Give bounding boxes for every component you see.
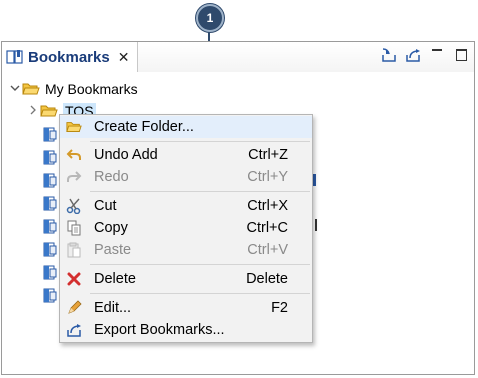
menu-item-shortcut: Delete [246, 271, 288, 287]
menu-item-copy[interactable]: Copy Ctrl+C [60, 217, 312, 239]
paste-icon [66, 242, 82, 258]
menu-separator [90, 141, 310, 142]
bookmark-icon[interactable] [43, 173, 57, 188]
truncated-text-fragment [313, 174, 316, 186]
close-icon[interactable]: ✕ [118, 49, 130, 66]
menu-item-label: Copy [94, 220, 128, 236]
menu-item-label: Create Folder... [94, 119, 194, 135]
menu-item-label: Undo Add [94, 147, 158, 163]
menu-item-undo-add[interactable]: Undo Add Ctrl+Z [60, 144, 312, 166]
tree-row-root[interactable]: My Bookmarks [8, 78, 138, 100]
menu-item-label: Paste [94, 242, 132, 258]
menu-item-paste[interactable]: Paste Ctrl+V [60, 239, 312, 261]
import-icon[interactable] [380, 46, 398, 64]
menu-item-label: Cut [94, 198, 117, 214]
folder-open-icon [40, 104, 58, 118]
menu-separator [90, 264, 310, 265]
undo-icon [66, 147, 82, 163]
maximize-button[interactable] [452, 46, 470, 64]
export-icon [66, 322, 82, 338]
folder-open-icon [22, 82, 40, 96]
menu-separator [90, 191, 310, 192]
bookmark-icon[interactable] [43, 288, 57, 303]
menu-item-cut[interactable]: Cut Ctrl+X [60, 195, 312, 217]
context-menu: Create Folder... Undo Add Ctrl+Z Redo Ct… [59, 114, 313, 343]
bookmarks-book-icon [6, 49, 24, 65]
menu-item-shortcut: Ctrl+Z [248, 147, 288, 163]
menu-item-label: Export Bookmarks... [94, 322, 225, 338]
menu-item-shortcut: F2 [271, 300, 288, 316]
tree-root-label: My Bookmarks [45, 81, 138, 97]
folder-open-icon [66, 119, 82, 135]
bookmark-icon[interactable] [43, 242, 57, 257]
callout-badge: 1 [196, 4, 224, 32]
menu-item-shortcut: Ctrl+Y [247, 169, 288, 185]
menu-item-shortcut: Ctrl+C [246, 220, 289, 236]
copy-icon [66, 220, 82, 236]
menu-item-redo[interactable]: Redo Ctrl+Y [60, 166, 312, 188]
view-header: Bookmarks ✕ [2, 42, 474, 72]
view-toolbar [380, 46, 470, 64]
redo-icon [66, 169, 82, 185]
scissors-icon [66, 198, 82, 214]
delete-icon [66, 271, 82, 287]
bookmark-icon[interactable] [43, 150, 57, 165]
export-icon[interactable] [404, 46, 422, 64]
menu-item-shortcut: Ctrl+X [247, 198, 288, 214]
bookmark-icon[interactable] [43, 196, 57, 211]
menu-separator [90, 293, 310, 294]
menu-item-label: Edit... [94, 300, 132, 316]
menu-item-label: Delete [94, 271, 136, 287]
truncated-text-fragment [313, 219, 317, 231]
bookmark-icon[interactable] [43, 219, 57, 234]
pencil-icon [66, 300, 82, 316]
chevron-down-icon[interactable] [8, 83, 22, 95]
menu-item-edit[interactable]: Edit... F2 [60, 297, 312, 319]
bookmark-icon[interactable] [43, 127, 57, 142]
chevron-right-icon[interactable] [26, 105, 40, 118]
menu-item-label: Redo [94, 169, 129, 185]
menu-item-export-bookmarks[interactable]: Export Bookmarks... [60, 319, 312, 341]
tab-title: Bookmarks [28, 48, 110, 66]
menu-item-create-folder[interactable]: Create Folder... [60, 116, 312, 138]
menu-item-shortcut: Ctrl+V [247, 242, 288, 258]
bookmark-icon[interactable] [43, 265, 57, 280]
minimize-button[interactable] [428, 46, 446, 64]
menu-item-delete[interactable]: Delete Delete [60, 268, 312, 290]
tab-bookmarks[interactable]: Bookmarks ✕ [2, 42, 139, 72]
